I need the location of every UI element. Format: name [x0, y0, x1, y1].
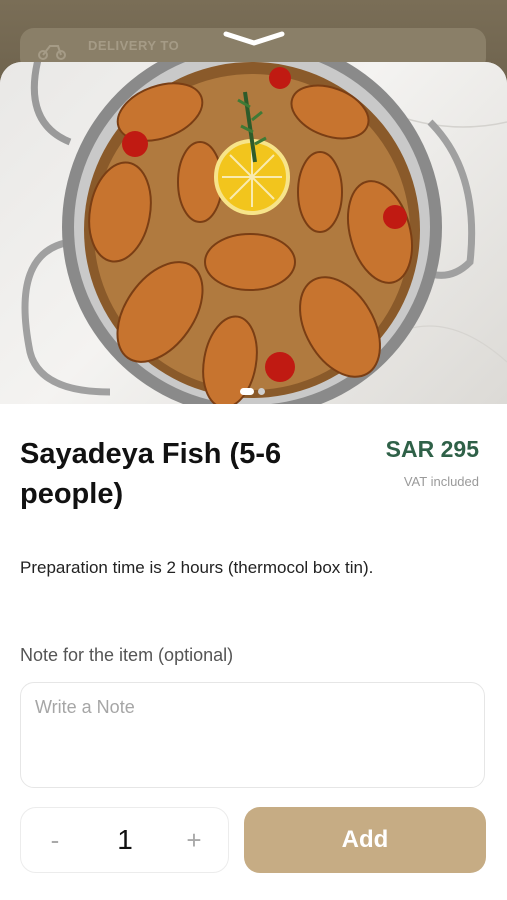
- quantity-value: 1: [117, 824, 133, 855]
- carousel-dot-active[interactable]: [240, 388, 254, 395]
- product-price: SAR 295: [385, 436, 479, 462]
- delivery-label: DELIVERY TO: [88, 38, 180, 53]
- product-title: Sayadeya Fish (5-6 people): [20, 438, 282, 510]
- scooter-icon: [38, 45, 66, 60]
- product-sheet: Sayadeya Fish (5-6 people) SAR 295 VAT i…: [0, 62, 507, 900]
- carousel-dot[interactable]: [258, 388, 265, 395]
- product-image: [0, 62, 507, 404]
- chevron-down-icon[interactable]: [222, 28, 286, 48]
- note-input[interactable]: [20, 682, 485, 788]
- quantity-increase-button[interactable]: +: [164, 808, 224, 872]
- quantity-decrease-button[interactable]: -: [25, 808, 85, 872]
- note-label: Note for the item (optional): [20, 645, 234, 665]
- carousel-indicator[interactable]: [240, 382, 269, 400]
- product-description: Preparation time is 2 hours (thermocol b…: [20, 558, 374, 577]
- add-button[interactable]: Add: [244, 807, 486, 873]
- vat-note: VAT included: [403, 474, 479, 489]
- food-photo: [21, 62, 507, 404]
- quantity-stepper: - 1 +: [20, 807, 229, 873]
